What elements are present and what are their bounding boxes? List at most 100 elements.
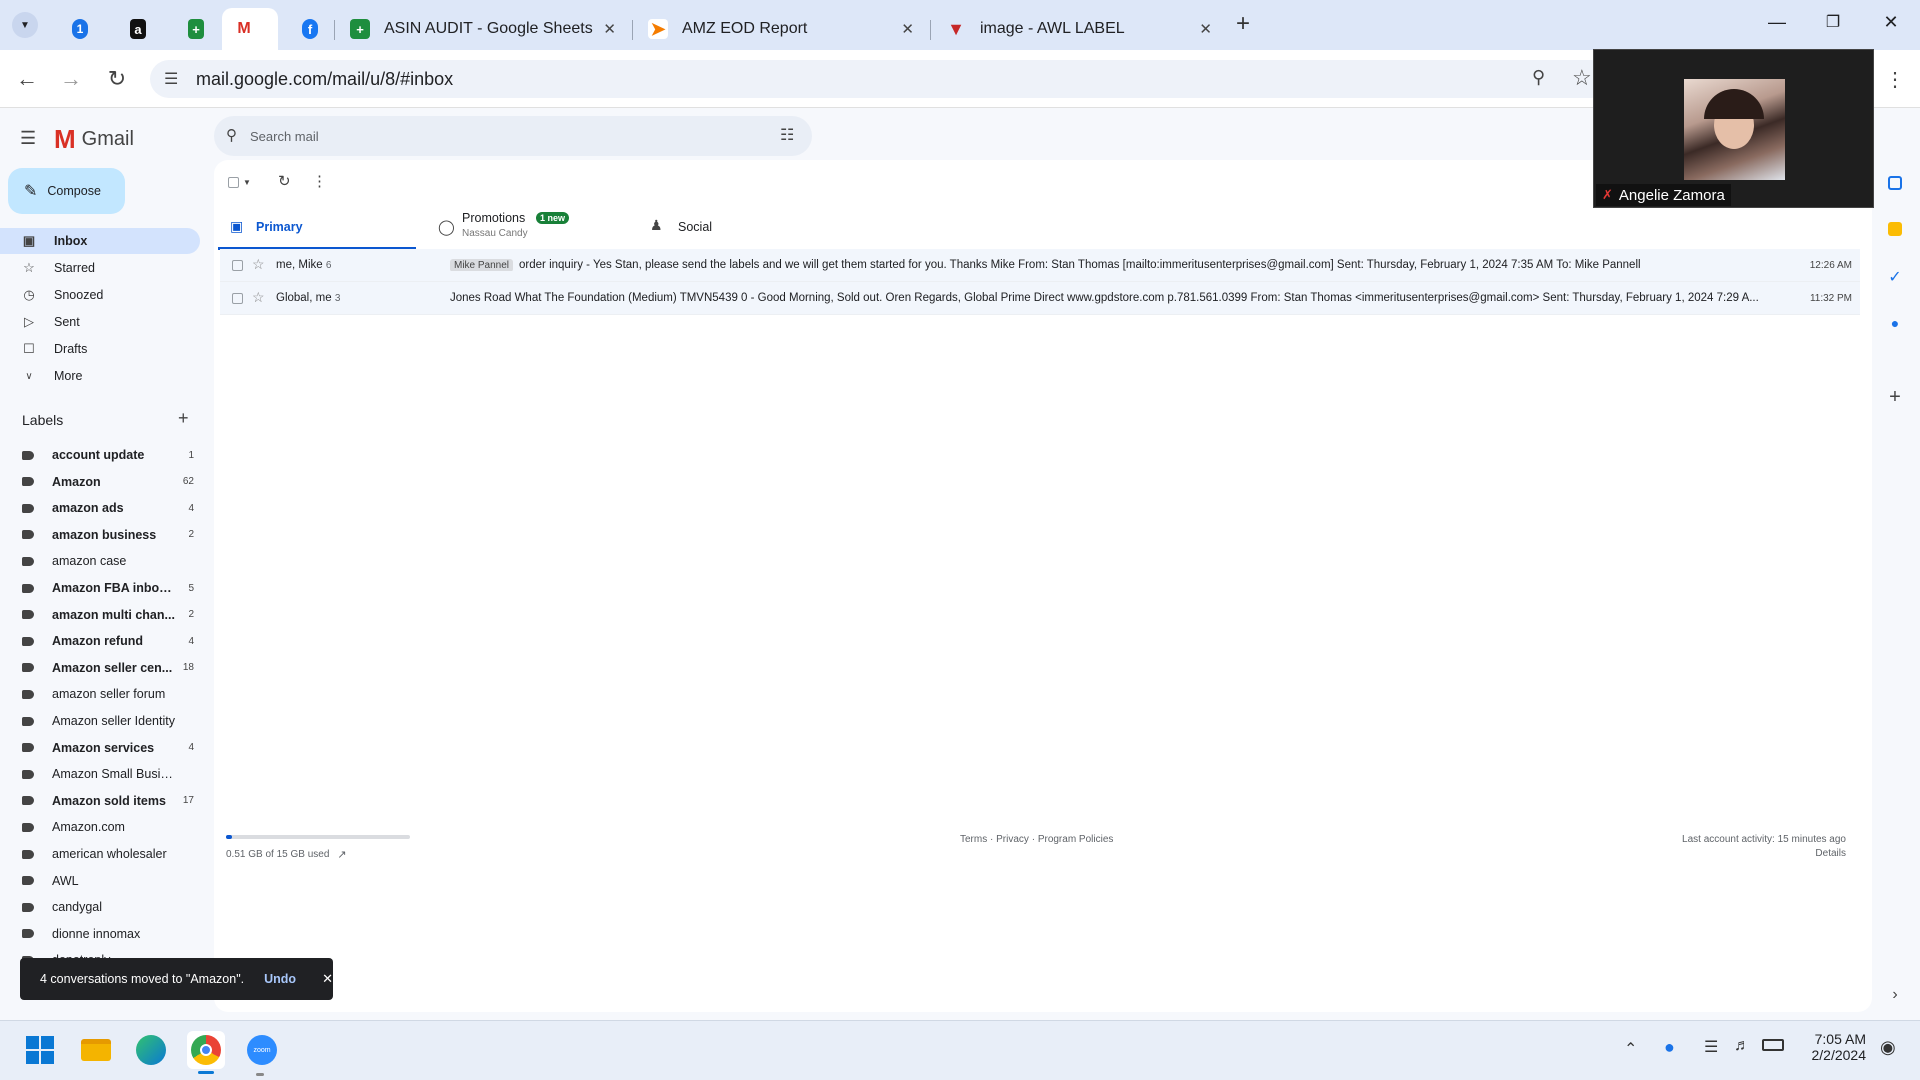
close-icon[interactable]: ✕ bbox=[322, 971, 333, 987]
privacy-link[interactable]: Privacy bbox=[996, 834, 1029, 845]
windows-start-icon[interactable] bbox=[21, 1031, 59, 1069]
select-all-checkbox[interactable]: ▼ bbox=[228, 177, 251, 188]
label-item[interactable]: Amazon refund 4 bbox=[22, 629, 194, 653]
undo-button[interactable]: Undo bbox=[264, 972, 296, 986]
label-item[interactable]: amazon business 2 bbox=[22, 523, 194, 547]
zoom-lens-icon[interactable]: ⚲ bbox=[1532, 67, 1545, 88]
restore-button[interactable]: ❐ bbox=[1818, 12, 1848, 32]
label-item[interactable]: amazon multi chan... 2 bbox=[22, 603, 194, 627]
label-item[interactable]: dionne innomax bbox=[22, 922, 194, 946]
star-icon[interactable]: ☆ bbox=[252, 256, 265, 273]
microphone-icon[interactable]: ● bbox=[1664, 1037, 1675, 1058]
label-item[interactable]: Amazon 62 bbox=[22, 470, 194, 494]
add-addon-icon[interactable]: + bbox=[1886, 386, 1904, 408]
tab-asin-audit[interactable]: + ASIN AUDIT - Google Sheets ✕ bbox=[338, 8, 628, 50]
keep-icon[interactable] bbox=[1888, 222, 1902, 236]
browser-menu-icon[interactable]: ⋮ bbox=[1882, 66, 1908, 92]
contacts-icon[interactable]: ● bbox=[1886, 314, 1904, 332]
zoom-icon[interactable]: zoom bbox=[243, 1031, 281, 1069]
star-icon[interactable]: ☆ bbox=[252, 289, 265, 306]
label-item[interactable]: Amazon seller cen... 18 bbox=[22, 656, 194, 680]
row-checkbox[interactable] bbox=[232, 293, 243, 304]
close-icon[interactable]: ✕ bbox=[603, 20, 616, 38]
label-chip[interactable]: Mike Pannel bbox=[450, 259, 514, 271]
label-item[interactable]: AWL bbox=[22, 869, 194, 893]
label-item[interactable]: american wholesaler bbox=[22, 842, 194, 866]
program-policies-link[interactable]: Program Policies bbox=[1038, 834, 1114, 845]
label-item[interactable]: candygal bbox=[22, 895, 194, 919]
close-icon[interactable]: ✕ bbox=[901, 20, 914, 38]
nav-item-snoozed[interactable]: ◷ Snoozed bbox=[0, 282, 200, 308]
external-link-icon[interactable]: ↗ bbox=[337, 848, 346, 861]
search-bar[interactable]: ⚲ Search mail ☷ bbox=[214, 116, 812, 156]
close-window-button[interactable]: ✕ bbox=[1876, 12, 1906, 33]
nav-item-more[interactable]: ∨ More bbox=[0, 363, 200, 389]
chevron-down-icon: ∨ bbox=[25, 370, 33, 382]
address-bar[interactable]: ☰ mail.google.com/mail/u/8/#inbox ⚲ ☆ bbox=[150, 60, 1610, 98]
label-item[interactable]: account update 1 bbox=[22, 443, 194, 467]
add-label-button[interactable]: + bbox=[178, 408, 189, 429]
tab-social[interactable]: ♟ Social bbox=[642, 204, 840, 250]
nav-item-inbox[interactable]: ▣ Inbox bbox=[0, 228, 200, 254]
tab-promotions[interactable]: ◯ Promotions 1 new Nassau Candy bbox=[432, 204, 630, 250]
new-tab-button[interactable]: + bbox=[1236, 10, 1250, 38]
label-item[interactable]: amazon case bbox=[22, 549, 194, 573]
zoom-video-window[interactable]: ✗ Angelie Zamora bbox=[1593, 49, 1874, 208]
back-button[interactable]: ← bbox=[14, 66, 40, 92]
main-menu-icon[interactable]: ☰ bbox=[20, 128, 36, 149]
file-explorer-icon[interactable] bbox=[77, 1031, 115, 1069]
notification-bell-icon[interactable]: ◉ bbox=[1880, 1037, 1896, 1058]
label-item[interactable]: Amazon.com bbox=[22, 815, 194, 839]
nav-item-sent[interactable]: ▷ Sent bbox=[0, 309, 200, 335]
expand-panel-icon[interactable]: › bbox=[1886, 986, 1904, 1004]
site-settings-icon[interactable]: ☰ bbox=[164, 69, 178, 89]
tab-awl-label[interactable]: ▼ image - AWL LABEL ✕ bbox=[934, 8, 1224, 50]
tab-primary[interactable]: ▣ Primary bbox=[218, 204, 416, 250]
label-item[interactable]: amazon seller forum bbox=[22, 682, 194, 706]
search-options-icon[interactable]: ☷ bbox=[780, 125, 794, 145]
tasks-icon[interactable]: ✓ bbox=[1886, 268, 1904, 286]
wifi-icon[interactable]: ☰ bbox=[1704, 1037, 1718, 1057]
email-row[interactable]: ☆ me, Mike 6 Mike Pannel order inquiry - … bbox=[220, 249, 1860, 282]
tab-gmail[interactable]: M bbox=[222, 8, 278, 50]
nav-item-drafts[interactable]: ☐ Drafts bbox=[0, 336, 200, 362]
tab-1password[interactable]: 1 bbox=[60, 8, 100, 50]
battery-icon[interactable] bbox=[1762, 1039, 1784, 1051]
search-input[interactable]: Search mail bbox=[250, 129, 319, 144]
email-row[interactable]: ☆ Global, me 3 Jones Road What The Found… bbox=[220, 282, 1860, 315]
forward-button[interactable]: → bbox=[58, 66, 84, 92]
minimize-button[interactable]: — bbox=[1762, 12, 1792, 33]
edge-icon[interactable] bbox=[132, 1031, 170, 1069]
terms-link[interactable]: Terms bbox=[960, 834, 987, 845]
tab-search-button[interactable]: ▼ bbox=[12, 12, 38, 38]
label-item[interactable]: Amazon Small Business bbox=[22, 762, 194, 786]
chevron-up-icon[interactable]: ⌃ bbox=[1624, 1039, 1637, 1059]
tab-sheets[interactable]: + bbox=[176, 8, 216, 50]
label-icon bbox=[22, 530, 34, 540]
tab-amazon[interactable]: a bbox=[118, 8, 158, 50]
more-options-icon[interactable]: ⋮ bbox=[312, 172, 327, 190]
label-item[interactable]: amazon ads 4 bbox=[22, 496, 194, 520]
search-icon[interactable]: ⚲ bbox=[226, 126, 237, 144]
nav-label: Snoozed bbox=[54, 288, 104, 302]
label-item[interactable]: Amazon sold items 17 bbox=[22, 789, 194, 813]
label-item[interactable]: Amazon FBA inbou... 5 bbox=[22, 576, 194, 600]
volume-icon[interactable]: ♬ bbox=[1734, 1037, 1750, 1055]
bookmark-star-icon[interactable]: ☆ bbox=[1572, 65, 1592, 91]
label-item[interactable]: Amazon seller Identity bbox=[22, 709, 194, 733]
compose-button[interactable]: ✎ Compose bbox=[8, 168, 125, 214]
close-icon[interactable]: ✕ bbox=[1199, 20, 1212, 38]
reload-button[interactable]: ↻ bbox=[104, 66, 130, 92]
row-checkbox[interactable] bbox=[232, 260, 243, 271]
label-item[interactable]: Amazon services 4 bbox=[22, 736, 194, 760]
details-link[interactable]: Details bbox=[1815, 848, 1846, 859]
tab-amz-eod-report[interactable]: ➤ AMZ EOD Report ✕ bbox=[636, 8, 926, 50]
refresh-icon[interactable]: ↻ bbox=[278, 172, 291, 190]
clock-area[interactable]: 7:05 AM 2/2/2024 bbox=[1800, 1031, 1867, 1063]
calendar-icon[interactable] bbox=[1888, 176, 1902, 190]
gmail-logo[interactable]: M Gmail bbox=[54, 124, 134, 155]
chrome-icon[interactable] bbox=[187, 1031, 225, 1069]
awl-icon: ▼ bbox=[947, 18, 965, 39]
nav-item-starred[interactable]: ☆ Starred bbox=[0, 255, 200, 281]
tab-facebook[interactable]: f bbox=[290, 8, 330, 50]
